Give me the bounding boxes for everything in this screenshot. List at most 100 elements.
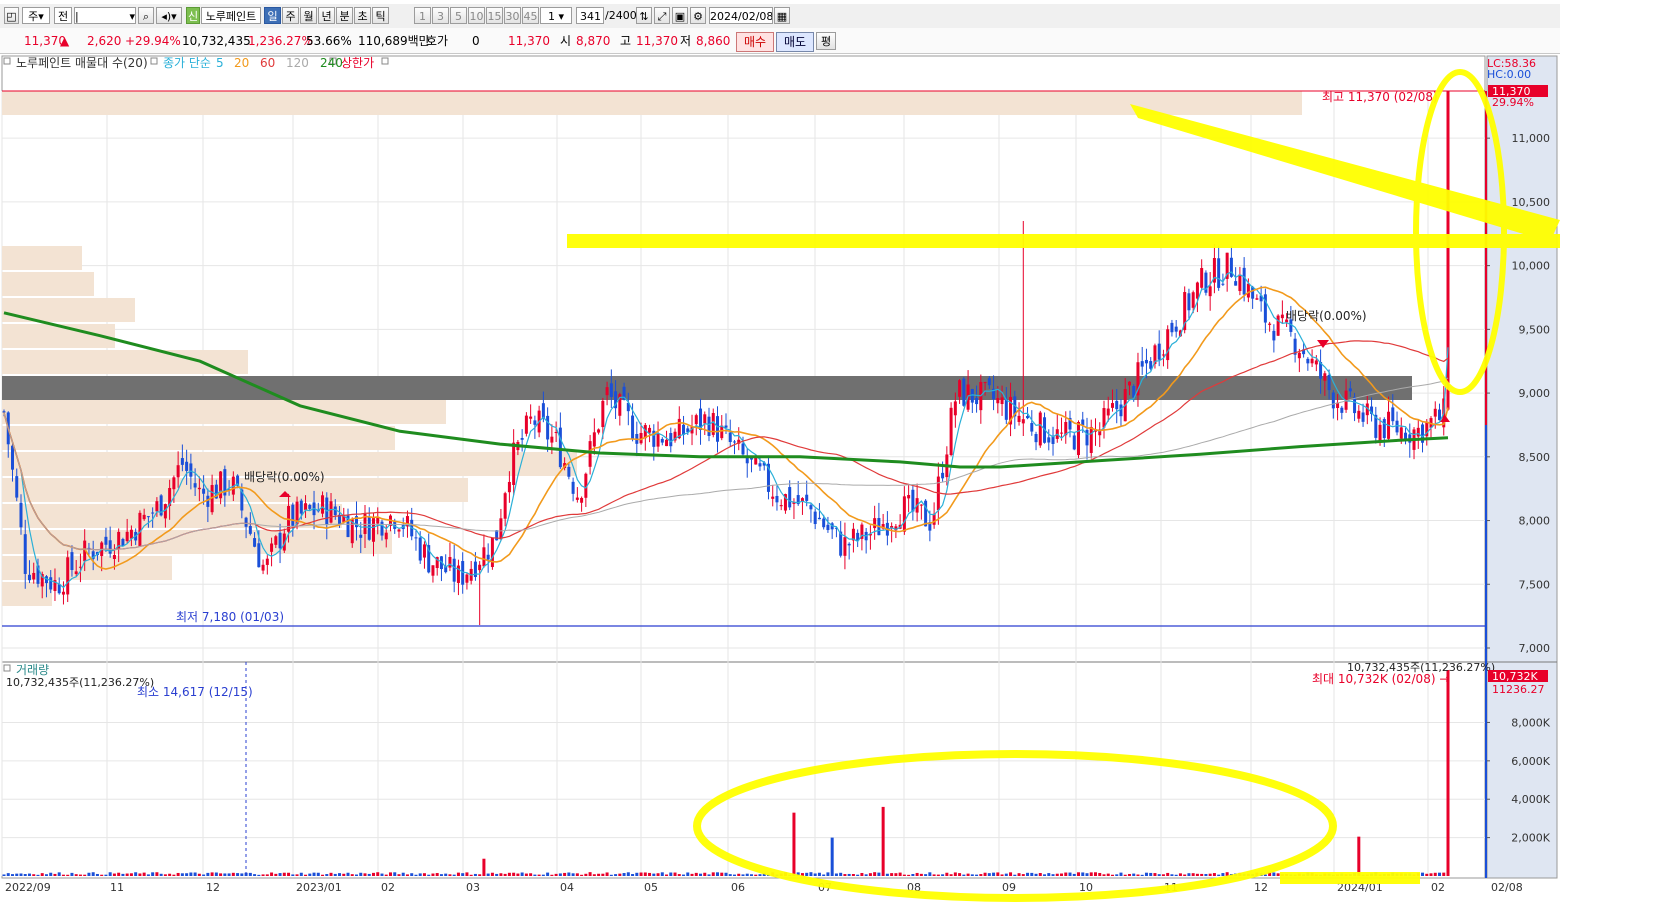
volume-bar bbox=[677, 874, 681, 876]
candle-body bbox=[112, 555, 116, 559]
volume-bar bbox=[1132, 873, 1136, 876]
volume-bar bbox=[936, 874, 940, 876]
candle-body bbox=[308, 504, 312, 509]
candle-body bbox=[10, 445, 14, 470]
candle-body bbox=[108, 540, 112, 554]
volume-bar bbox=[405, 874, 409, 876]
volume-bar bbox=[970, 874, 974, 876]
volume-bar bbox=[1429, 873, 1433, 876]
candle-body bbox=[384, 532, 388, 540]
candle-body bbox=[1119, 404, 1123, 417]
volume-bar bbox=[622, 873, 626, 876]
volume-bar bbox=[1038, 873, 1042, 876]
volume-bar bbox=[291, 874, 295, 876]
volume-bar bbox=[563, 872, 567, 876]
candle-body bbox=[185, 461, 189, 471]
volume-bar bbox=[724, 872, 728, 876]
candle-body bbox=[74, 571, 78, 575]
volume-bar bbox=[1212, 873, 1216, 876]
y-tick-label: 9,500 bbox=[1519, 323, 1551, 336]
volume-bar bbox=[1077, 872, 1081, 876]
volume-bar bbox=[371, 872, 375, 876]
candle-body bbox=[172, 477, 176, 490]
volume-bar bbox=[1004, 873, 1008, 876]
volume-bar bbox=[1187, 873, 1191, 876]
volume-y-tick-label: 2,000K bbox=[1511, 832, 1550, 845]
candle-body bbox=[1382, 419, 1386, 439]
candle-body bbox=[507, 481, 511, 493]
volume-bar bbox=[533, 874, 537, 876]
volume-bar bbox=[1093, 872, 1097, 876]
volume-bar bbox=[1446, 670, 1450, 876]
volume-bar bbox=[1098, 872, 1102, 876]
volume-bar bbox=[1060, 873, 1064, 876]
candle-body bbox=[1378, 424, 1382, 442]
candle-body bbox=[924, 500, 928, 527]
volume-bar bbox=[1170, 874, 1174, 876]
candle-body bbox=[1242, 267, 1246, 295]
volume-bar bbox=[1081, 872, 1085, 876]
volume-bar bbox=[856, 874, 860, 876]
volume-bar bbox=[104, 874, 108, 876]
volume-bar bbox=[609, 874, 613, 876]
volume-bar bbox=[287, 872, 291, 876]
volume-profile-bar bbox=[2, 556, 172, 580]
candle-body bbox=[1361, 412, 1365, 422]
volume-bar bbox=[1272, 872, 1276, 876]
volume-bar bbox=[1106, 873, 1110, 876]
volume-bar bbox=[635, 872, 639, 876]
volume-bar bbox=[1089, 872, 1093, 876]
candle-body bbox=[597, 429, 601, 433]
volume-bar bbox=[703, 872, 707, 876]
candle-body bbox=[1340, 407, 1344, 413]
volume-bar bbox=[176, 872, 180, 876]
volume-bar bbox=[74, 874, 78, 876]
volume-bar bbox=[546, 872, 550, 876]
candle-body bbox=[321, 495, 325, 514]
candle-body bbox=[125, 531, 129, 542]
volume-bar bbox=[15, 873, 19, 876]
volume-bar bbox=[813, 873, 817, 876]
candle-body bbox=[911, 489, 915, 512]
volume-bar bbox=[240, 873, 244, 876]
low-annotation: 최저 7,180 (01/03) bbox=[176, 610, 284, 624]
candle-body bbox=[142, 514, 146, 520]
candle-body bbox=[949, 407, 953, 455]
volume-bar bbox=[924, 874, 928, 876]
stock-chart[interactable]: 7,000 7,500 8,000 8,500 9,000 9,500 10,000 10,5… bbox=[0, 0, 1660, 911]
volume-bar bbox=[881, 806, 885, 876]
candle-body bbox=[176, 465, 180, 478]
candle-body bbox=[146, 516, 150, 518]
candle-body bbox=[580, 497, 584, 503]
candle-body bbox=[665, 439, 669, 447]
highlight-bottom bbox=[1280, 872, 1420, 884]
volume-bar bbox=[516, 873, 520, 876]
candle-body bbox=[962, 378, 966, 406]
candle-body bbox=[588, 441, 592, 467]
volume-bar bbox=[134, 872, 138, 876]
volume-bar bbox=[236, 873, 240, 876]
candle-body bbox=[1357, 410, 1361, 419]
volume-bar bbox=[36, 874, 40, 876]
candle-body bbox=[550, 436, 554, 443]
volume-bar bbox=[355, 874, 359, 876]
candle-body bbox=[558, 427, 562, 468]
candle-body bbox=[1115, 400, 1119, 410]
volume-bar bbox=[1017, 873, 1021, 876]
volume-bar bbox=[223, 873, 227, 876]
volume-bar bbox=[53, 873, 57, 876]
candle-body bbox=[826, 524, 830, 531]
x-tick-label: 05 bbox=[644, 881, 658, 894]
volume-bar bbox=[1068, 872, 1072, 876]
candle-body bbox=[299, 500, 303, 514]
volume-bar bbox=[1149, 872, 1153, 876]
candle-body bbox=[822, 518, 826, 528]
candle-body bbox=[919, 504, 923, 506]
volume-profile-bar bbox=[2, 91, 1302, 115]
volume-bar bbox=[439, 874, 443, 876]
volume-bar bbox=[614, 874, 618, 876]
volume-bar bbox=[737, 873, 741, 876]
volume-bar bbox=[520, 872, 524, 876]
candle-body bbox=[1047, 437, 1051, 443]
volume-profile-bar bbox=[2, 504, 342, 528]
